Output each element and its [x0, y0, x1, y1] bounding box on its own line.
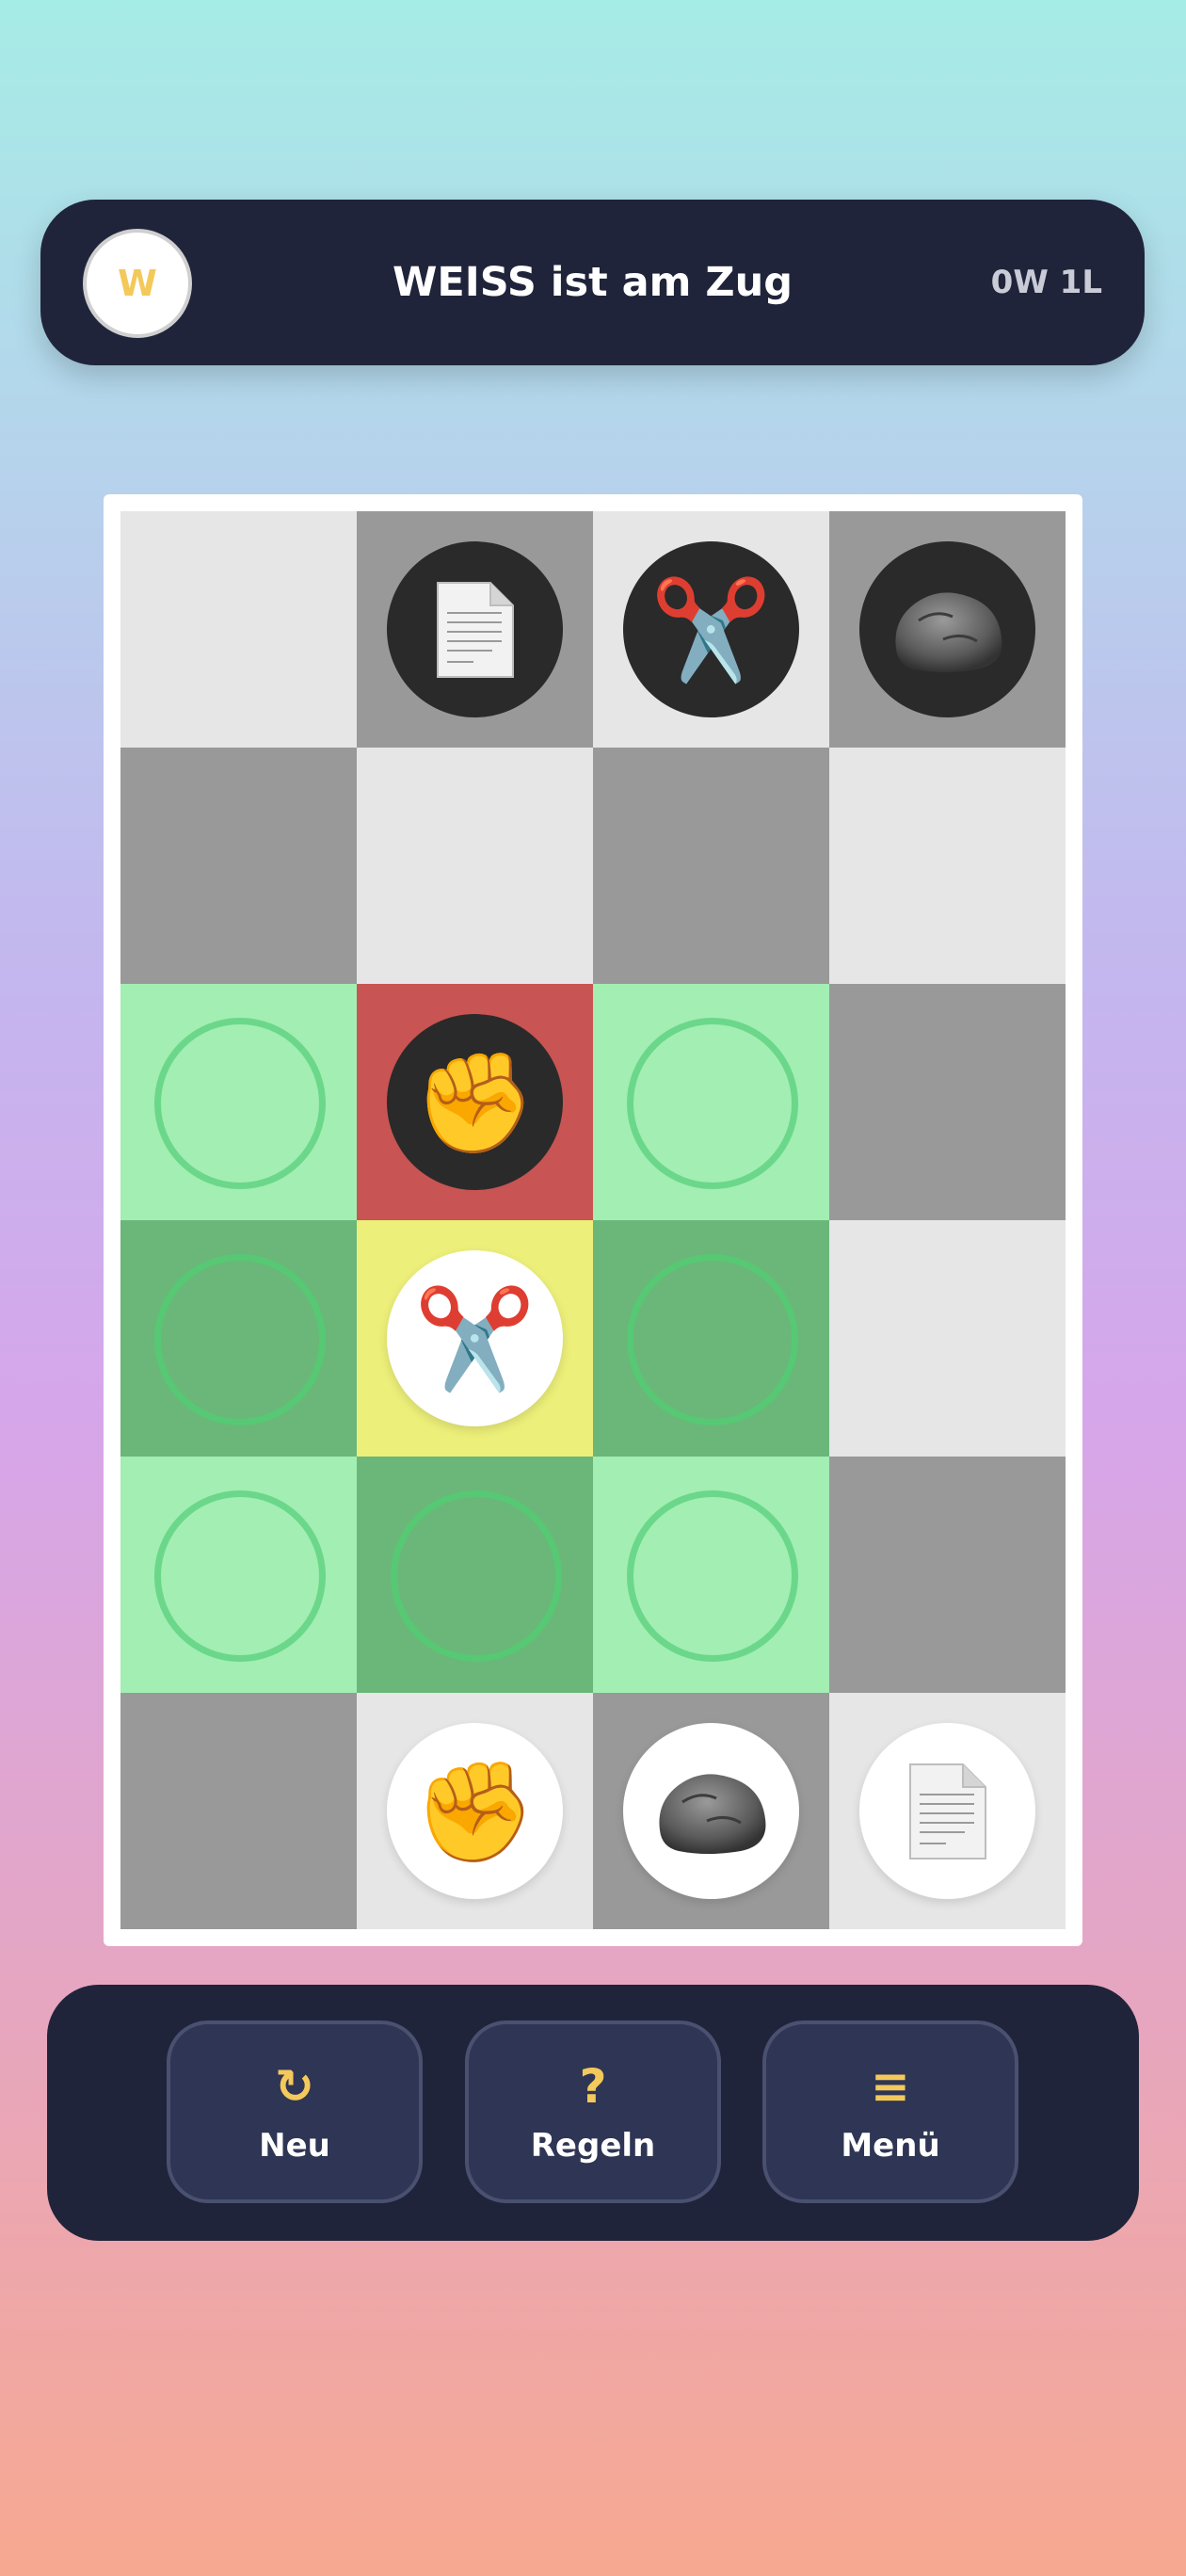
menu-label: Menü	[841, 2127, 940, 2165]
board-cell[interactable]	[357, 1457, 593, 1693]
player-avatar: W	[83, 229, 192, 338]
board-cell	[120, 511, 357, 748]
board-cell[interactable]	[593, 984, 829, 1220]
turn-indicator: WEISS ist am Zug	[392, 259, 793, 306]
board-cell[interactable]	[593, 1457, 829, 1693]
board-cell[interactable]	[829, 1693, 1066, 1929]
black-rock-piece[interactable]	[859, 541, 1035, 717]
game-board-frame: ✂️ ✊ ✂️ ✊	[104, 494, 1082, 1946]
board-cell[interactable]	[120, 1457, 357, 1693]
board-cell	[829, 748, 1066, 984]
menu-icon: ≡	[871, 2059, 910, 2114]
board-cell[interactable]: ✊	[357, 1693, 593, 1929]
rules-button[interactable]: ? Regeln	[465, 2021, 721, 2203]
board-cell[interactable]: ✂️	[357, 1220, 593, 1457]
board-cell	[829, 1220, 1066, 1457]
board-cell[interactable]: ✊	[357, 984, 593, 1220]
rules-label: Regeln	[530, 2127, 656, 2165]
move-target-ring[interactable]	[627, 1018, 798, 1189]
board-cell[interactable]	[593, 1220, 829, 1457]
board-cell[interactable]: ✂️	[593, 511, 829, 748]
board-cell	[357, 748, 593, 984]
board-cell	[593, 748, 829, 984]
new-game-button[interactable]: ↻ Neu	[167, 2021, 423, 2203]
board-cell[interactable]	[829, 511, 1066, 748]
move-target-ring[interactable]	[154, 1254, 326, 1425]
status-bar: W WEISS ist am Zug 0W 1L	[40, 200, 1145, 365]
black-scissors-piece[interactable]: ✂️	[623, 541, 799, 717]
board-cell	[829, 984, 1066, 1220]
black-fist-piece[interactable]: ✊	[387, 1014, 563, 1190]
move-target-ring[interactable]	[154, 1018, 326, 1189]
board-cell[interactable]	[593, 1693, 829, 1929]
white-scissors-piece[interactable]: ✂️	[387, 1250, 563, 1426]
help-icon: ?	[579, 2059, 607, 2114]
white-rock-piece[interactable]	[623, 1723, 799, 1899]
move-target-ring[interactable]	[627, 1490, 798, 1662]
game-board: ✂️ ✊ ✂️ ✊	[120, 511, 1066, 1929]
board-cell[interactable]	[120, 984, 357, 1220]
board-cell	[120, 1693, 357, 1929]
menu-button[interactable]: ≡ Menü	[762, 2021, 1018, 2203]
move-target-ring[interactable]	[627, 1254, 798, 1425]
board-cell	[120, 748, 357, 984]
white-paper-piece[interactable]	[859, 1723, 1035, 1899]
white-fist-piece[interactable]: ✊	[387, 1723, 563, 1899]
board-cell	[829, 1457, 1066, 1693]
black-paper-piece[interactable]	[387, 541, 563, 717]
move-target-ring[interactable]	[391, 1490, 562, 1662]
board-cell[interactable]	[357, 511, 593, 748]
move-target-ring[interactable]	[154, 1490, 326, 1662]
restart-icon: ↻	[275, 2059, 314, 2114]
board-cell[interactable]	[120, 1220, 357, 1457]
bottom-toolbar: ↻ Neu ? Regeln ≡ Menü	[47, 1985, 1139, 2241]
new-game-label: Neu	[259, 2127, 330, 2165]
score-display: 0W 1L	[990, 264, 1102, 301]
